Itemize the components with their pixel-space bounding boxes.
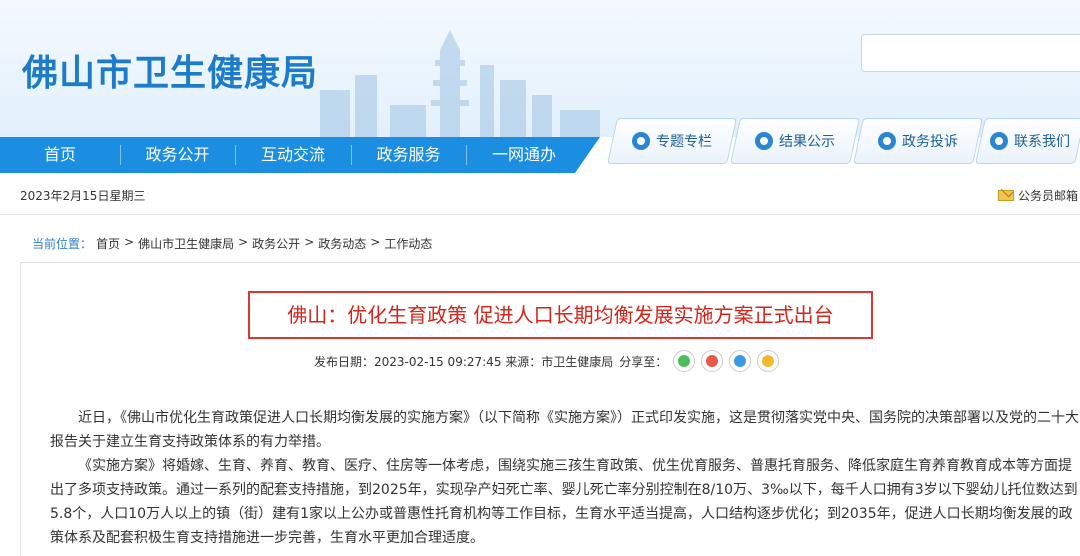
staff-mail-link[interactable]: 公务员邮箱 [998, 187, 1078, 204]
breadcrumb-separator: > [370, 235, 381, 249]
article-body: 近日，《佛山市优化生育政策促进人口长期均衡发展的实施方案》（以下简称《实施方案》… [50, 406, 1080, 550]
nav-item-one-stop[interactable]: 一网通办 [466, 137, 582, 173]
article-title-highlight: 佛山：优化生育政策 促进人口长期均衡发展实施方案正式出台 [248, 291, 873, 339]
breadcrumb-item[interactable]: 政务公开 [252, 235, 300, 252]
quick-link-complaints[interactable]: 政务投诉 [853, 118, 983, 164]
breadcrumb-lead: 当前位置： [32, 237, 93, 251]
quick-link-topics[interactable]: 专题专栏 [607, 118, 737, 164]
quick-link-label: 专题专栏 [656, 134, 712, 150]
breadcrumb-item[interactable]: 首页 [96, 235, 120, 252]
qq-share-button[interactable] [729, 350, 752, 372]
share-label: 分享至： [619, 354, 668, 369]
complaint-icon [878, 132, 896, 150]
article-paragraph: 《实施方案》将婚嫁、生育、养育、教育、医疗、住房等一体考虑，围绕实施三孩生育政策… [50, 458, 1078, 546]
favorite-share-button[interactable] [757, 350, 780, 372]
weibo-icon [706, 355, 719, 367]
breadcrumb-item[interactable]: 佛山市卫生健康局 [138, 235, 234, 252]
qq-icon [734, 355, 747, 367]
wechat-share-button[interactable] [673, 350, 696, 372]
divider [0, 214, 1080, 215]
breadcrumb-item[interactable]: 政务动态 [318, 235, 366, 252]
quick-link-label: 联系我们 [1014, 134, 1070, 150]
contact-icon [990, 132, 1008, 150]
nav-item-interaction[interactable]: 互动交流 [235, 137, 351, 173]
nav-item-gov-affairs[interactable]: 政务公开 [120, 137, 235, 173]
header-banner: 佛山市卫生健康局 [0, 0, 1080, 137]
main-nav: 首页 政务公开 互动交流 政务服务 一网通办 [0, 137, 600, 173]
breadcrumb-separator: > [304, 235, 315, 249]
quick-link-label: 结果公示 [779, 134, 835, 150]
article-title: 佛山：优化生育政策 促进人口长期均衡发展实施方案正式出台 [287, 303, 834, 327]
site-title[interactable]: 佛山市卫生健康局 [22, 44, 318, 96]
mail-label: 公务员邮箱 [1018, 189, 1079, 203]
quick-link-contact[interactable]: 联系我们 [975, 118, 1080, 164]
article-meta: 发布日期：2023-02-15 09:27:45 来源：市卫生健康局 分享至： [314, 349, 780, 373]
topic-icon [632, 132, 650, 150]
search-input[interactable] [861, 34, 1080, 72]
wechat-icon [678, 355, 691, 367]
weibo-share-button[interactable] [701, 350, 724, 372]
breadcrumb-separator: > [238, 235, 249, 249]
city-skyline-graphic [320, 30, 600, 137]
breadcrumb-item[interactable]: 工作动态 [384, 235, 432, 252]
favorite-icon [762, 355, 775, 367]
article-paragraph: 近日，《佛山市优化生育政策促进人口长期均衡发展的实施方案》（以下简称《实施方案》… [50, 410, 1079, 450]
breadcrumb-separator: > [124, 235, 135, 249]
result-icon [755, 132, 773, 150]
mail-icon [998, 190, 1014, 201]
quick-link-label: 政务投诉 [902, 134, 958, 150]
quick-link-results[interactable]: 结果公示 [730, 118, 860, 164]
nav-item-home[interactable]: 首页 [0, 137, 120, 173]
publish-info: 发布日期：2023-02-15 09:27:45 来源：市卫生健康局 [314, 354, 614, 369]
breadcrumb: 当前位置： 首页 > 佛山市卫生健康局 > 政务公开 > 政务动态 > 工作动态 [32, 235, 432, 252]
current-date: 2023年2月15日星期三 [20, 189, 146, 203]
nav-item-gov-services[interactable]: 政务服务 [351, 137, 466, 173]
